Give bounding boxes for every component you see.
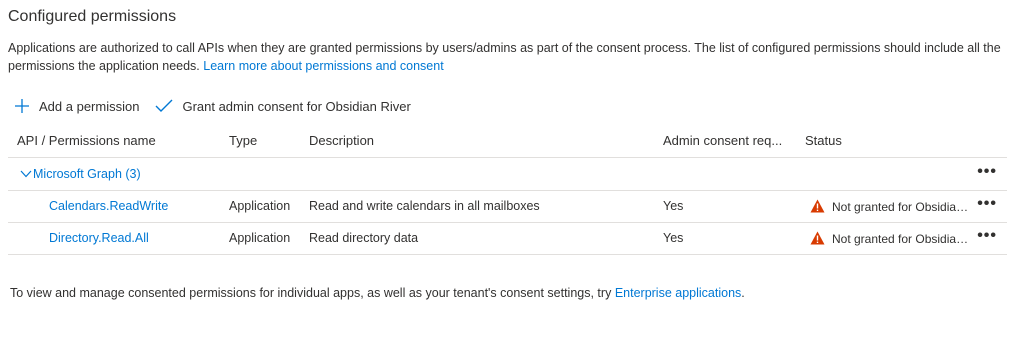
warning-icon [810, 199, 825, 213]
table-row: Calendars.ReadWrite Application Read and… [8, 191, 1007, 223]
more-options-icon[interactable]: ••• [977, 227, 997, 245]
api-group-row[interactable]: Microsoft Graph (3) ••• [8, 159, 1007, 191]
toolbar: Add a permission Grant admin consent for… [14, 96, 411, 116]
add-permission-button[interactable]: Add a permission [14, 98, 139, 114]
permission-type: Application [229, 199, 291, 213]
checkmark-icon [155, 99, 173, 112]
permission-name-link[interactable]: Calendars.ReadWrite [49, 199, 168, 213]
learn-more-link[interactable]: Learn more about permissions and consent [203, 59, 443, 73]
column-header-type[interactable]: Type [229, 133, 257, 148]
table-header: API / Permissions name Type Description … [8, 131, 1007, 158]
chevron-down-icon[interactable] [20, 170, 32, 178]
section-description: Applications are authorized to call APIs… [8, 39, 1008, 75]
column-header-api[interactable]: API / Permissions name [17, 133, 156, 148]
admin-consent-required: Yes [663, 199, 684, 213]
column-header-status[interactable]: Status [805, 133, 842, 148]
column-header-admin-consent[interactable]: Admin consent req... [663, 133, 782, 148]
admin-consent-required: Yes [663, 231, 684, 245]
permission-description: Read directory data [309, 231, 419, 245]
more-options-icon[interactable]: ••• [977, 195, 997, 213]
status-text: Not granted for Obsidian River [832, 232, 970, 246]
section-title: Configured permissions [8, 8, 177, 25]
column-header-description[interactable]: Description [309, 133, 374, 148]
footer-note: To view and manage consented permissions… [10, 286, 745, 300]
footer-period: . [741, 286, 745, 300]
warning-icon [810, 231, 825, 245]
grant-admin-consent-button[interactable]: Grant admin consent for Obsidian River [155, 98, 411, 114]
table-row: Directory.Read.All Application Read dire… [8, 223, 1007, 255]
permission-description: Read and write calendars in all mailboxe… [309, 199, 540, 213]
status-text: Not granted for Obsidian River [832, 200, 970, 214]
description-text: Applications are authorized to call APIs… [8, 41, 1001, 73]
api-group-link[interactable]: Microsoft Graph (3) [33, 167, 141, 181]
more-options-icon[interactable]: ••• [977, 163, 997, 181]
permission-name-link[interactable]: Directory.Read.All [49, 231, 149, 245]
footer-text: To view and manage consented permissions… [10, 286, 612, 300]
permission-type: Application [229, 231, 291, 245]
plus-icon [15, 99, 29, 113]
add-permission-label: Add a permission [39, 98, 140, 114]
enterprise-applications-link[interactable]: Enterprise applications [615, 286, 741, 300]
grant-admin-consent-label: Grant admin consent for Obsidian River [182, 98, 411, 114]
